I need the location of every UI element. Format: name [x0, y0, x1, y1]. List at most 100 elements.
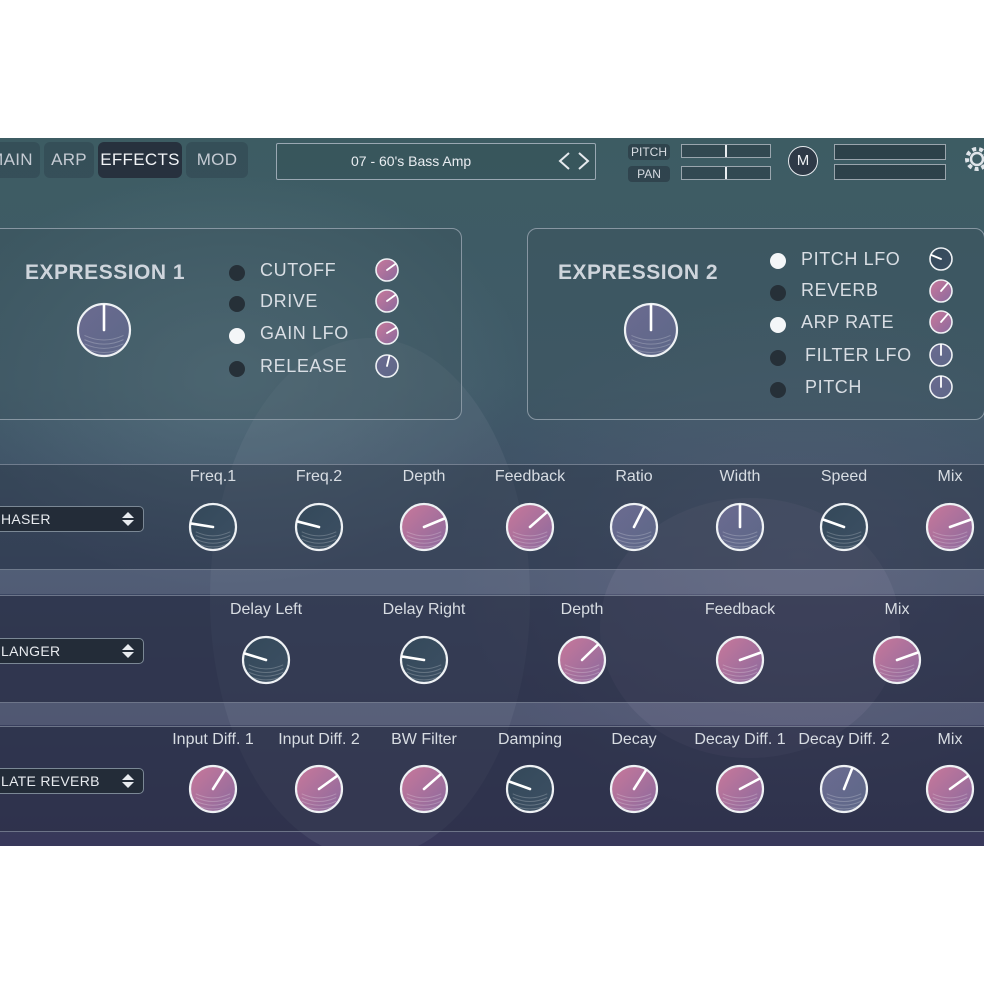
gear-icon[interactable] — [962, 144, 984, 174]
filter-lfo-label: FILTER LFO — [805, 345, 912, 365]
effect-param-label: Input Diff. 2 — [278, 731, 360, 748]
pitch-slider[interactable] — [681, 144, 771, 158]
effect-param-label: Mix — [937, 468, 963, 485]
effect-param-label: Input Diff. 1 — [172, 731, 254, 748]
effect-param-knob[interactable] — [714, 501, 766, 553]
effect-param-knob[interactable] — [187, 763, 239, 815]
effect-param-knob[interactable] — [714, 763, 766, 815]
pitch-toggle[interactable] — [770, 382, 786, 398]
gain-lfo-label: GAIN LFO — [260, 323, 349, 343]
expression-2-title: EXPRESSION 2 — [558, 261, 719, 284]
effect-3-type-select[interactable]: LATE REVERB — [0, 768, 144, 794]
effect-param-knob[interactable] — [240, 634, 292, 686]
effect-param-knob[interactable] — [398, 763, 450, 815]
effect-param-label: Delay Right — [382, 601, 466, 618]
effect-2-type-select[interactable]: LANGER — [0, 638, 144, 664]
pitch-lfo-label: PITCH LFO — [801, 249, 901, 269]
effect-param-knob[interactable] — [556, 634, 608, 686]
expression-2-target-knob[interactable] — [927, 308, 955, 336]
effects-plugin-window: MAIN ARP EFFECTS MOD 07 - 60's Bass Amp … — [0, 138, 984, 846]
effect-2-type-label: LANGER — [1, 643, 61, 659]
drive-label: DRIVE — [260, 291, 319, 311]
preset-selector[interactable]: 07 - 60's Bass Amp — [276, 143, 596, 180]
tab-main[interactable]: MAIN — [0, 142, 40, 178]
effect-param-label: Decay Diff. 2 — [798, 731, 890, 748]
tab-arp[interactable]: ARP — [44, 142, 94, 178]
effect-param-label: Depth — [560, 601, 604, 618]
pan-label: PAN — [628, 166, 670, 182]
effect-param-label: Freq.1 — [189, 468, 237, 485]
expression-1-target-knob[interactable] — [373, 256, 401, 284]
effect-param-knob[interactable] — [714, 634, 766, 686]
effect-param-knob[interactable] — [293, 501, 345, 553]
effect-param-knob[interactable] — [818, 763, 870, 815]
pitch-lfo-toggle[interactable] — [770, 253, 786, 269]
effect-param-knob[interactable] — [398, 501, 450, 553]
preset-next-icon[interactable] — [573, 151, 593, 171]
pitch-label: PITCH — [628, 144, 670, 160]
expression-1-target-knob[interactable] — [373, 352, 401, 380]
effect-param-knob[interactable] — [608, 763, 660, 815]
effect-1-type-label: HASER — [1, 511, 51, 527]
effect-param-knob[interactable] — [871, 634, 923, 686]
expression-2-target-knob[interactable] — [927, 245, 955, 273]
expression-2-target-knob[interactable] — [927, 373, 955, 401]
preset-prev-icon[interactable] — [555, 151, 575, 171]
expression-2-target-knob[interactable] — [927, 277, 955, 305]
expression-1-target-knob[interactable] — [373, 287, 401, 315]
effect-param-knob[interactable] — [504, 763, 556, 815]
tab-mod[interactable]: MOD — [186, 142, 248, 178]
arp-rate-toggle[interactable] — [770, 317, 786, 333]
section-divider — [0, 703, 984, 725]
effect-param-label: Feedback — [704, 601, 776, 618]
release-toggle[interactable] — [229, 361, 245, 377]
select-arrows-icon — [122, 774, 134, 788]
output-meter-right — [834, 164, 946, 180]
drive-toggle[interactable] — [229, 296, 245, 312]
gain-lfo-toggle[interactable] — [229, 328, 245, 344]
select-arrows-icon — [122, 644, 134, 658]
effect-param-knob[interactable] — [504, 501, 556, 553]
top-bar: MAIN ARP EFFECTS MOD 07 - 60's Bass Amp … — [0, 138, 984, 186]
effect-param-label: Ratio — [615, 468, 653, 485]
expression-1-target-knob[interactable] — [373, 319, 401, 347]
preset-name: 07 - 60's Bass Amp — [351, 153, 472, 169]
cutoff-label: CUTOFF — [260, 260, 337, 280]
effect-param-label: Depth — [402, 468, 446, 485]
expression-2-knob[interactable] — [622, 301, 680, 359]
expression-2-target-knob[interactable] — [927, 341, 955, 369]
filter-lfo-toggle[interactable] — [770, 350, 786, 366]
tab-effects[interactable]: EFFECTS — [98, 142, 182, 178]
release-label: RELEASE — [260, 356, 348, 376]
effect-param-label: Mix — [884, 601, 910, 618]
effect-param-knob[interactable] — [924, 763, 976, 815]
expression-1-knob[interactable] — [75, 301, 133, 359]
effect-param-label: Delay Left — [229, 601, 303, 618]
effect-param-label: Feedback — [494, 468, 566, 485]
effect-param-label: Speed — [820, 468, 868, 485]
effect-param-label: Decay — [611, 731, 657, 748]
effect-param-knob[interactable] — [293, 763, 345, 815]
effect-param-knob[interactable] — [187, 501, 239, 553]
effect-param-label: BW Filter — [391, 731, 457, 748]
midi-learn-button[interactable]: M — [788, 146, 818, 176]
effect-param-label: Decay Diff. 1 — [694, 731, 786, 748]
pitch-target-label: PITCH — [805, 377, 862, 397]
effect-param-label: Mix — [937, 731, 963, 748]
flanger-section — [0, 595, 984, 703]
select-arrows-icon — [122, 512, 134, 526]
effect-param-knob[interactable] — [818, 501, 870, 553]
pan-slider[interactable] — [681, 166, 771, 180]
reverb-label: REVERB — [801, 280, 879, 300]
effect-1-type-select[interactable]: HASER — [0, 506, 144, 532]
cutoff-toggle[interactable] — [229, 265, 245, 281]
reverb-toggle[interactable] — [770, 285, 786, 301]
effect-param-label: Damping — [497, 731, 563, 748]
effect-param-knob[interactable] — [398, 634, 450, 686]
effect-3-type-label: LATE REVERB — [1, 773, 100, 789]
effect-param-knob[interactable] — [608, 501, 660, 553]
effect-param-knob[interactable] — [924, 501, 976, 553]
expression-1-title: EXPRESSION 1 — [25, 261, 186, 284]
effect-param-label: Freq.2 — [295, 468, 343, 485]
expression-2-panel: EXPRESSION 2 PITCH LFO REVERB ARP RATE F… — [527, 228, 984, 420]
